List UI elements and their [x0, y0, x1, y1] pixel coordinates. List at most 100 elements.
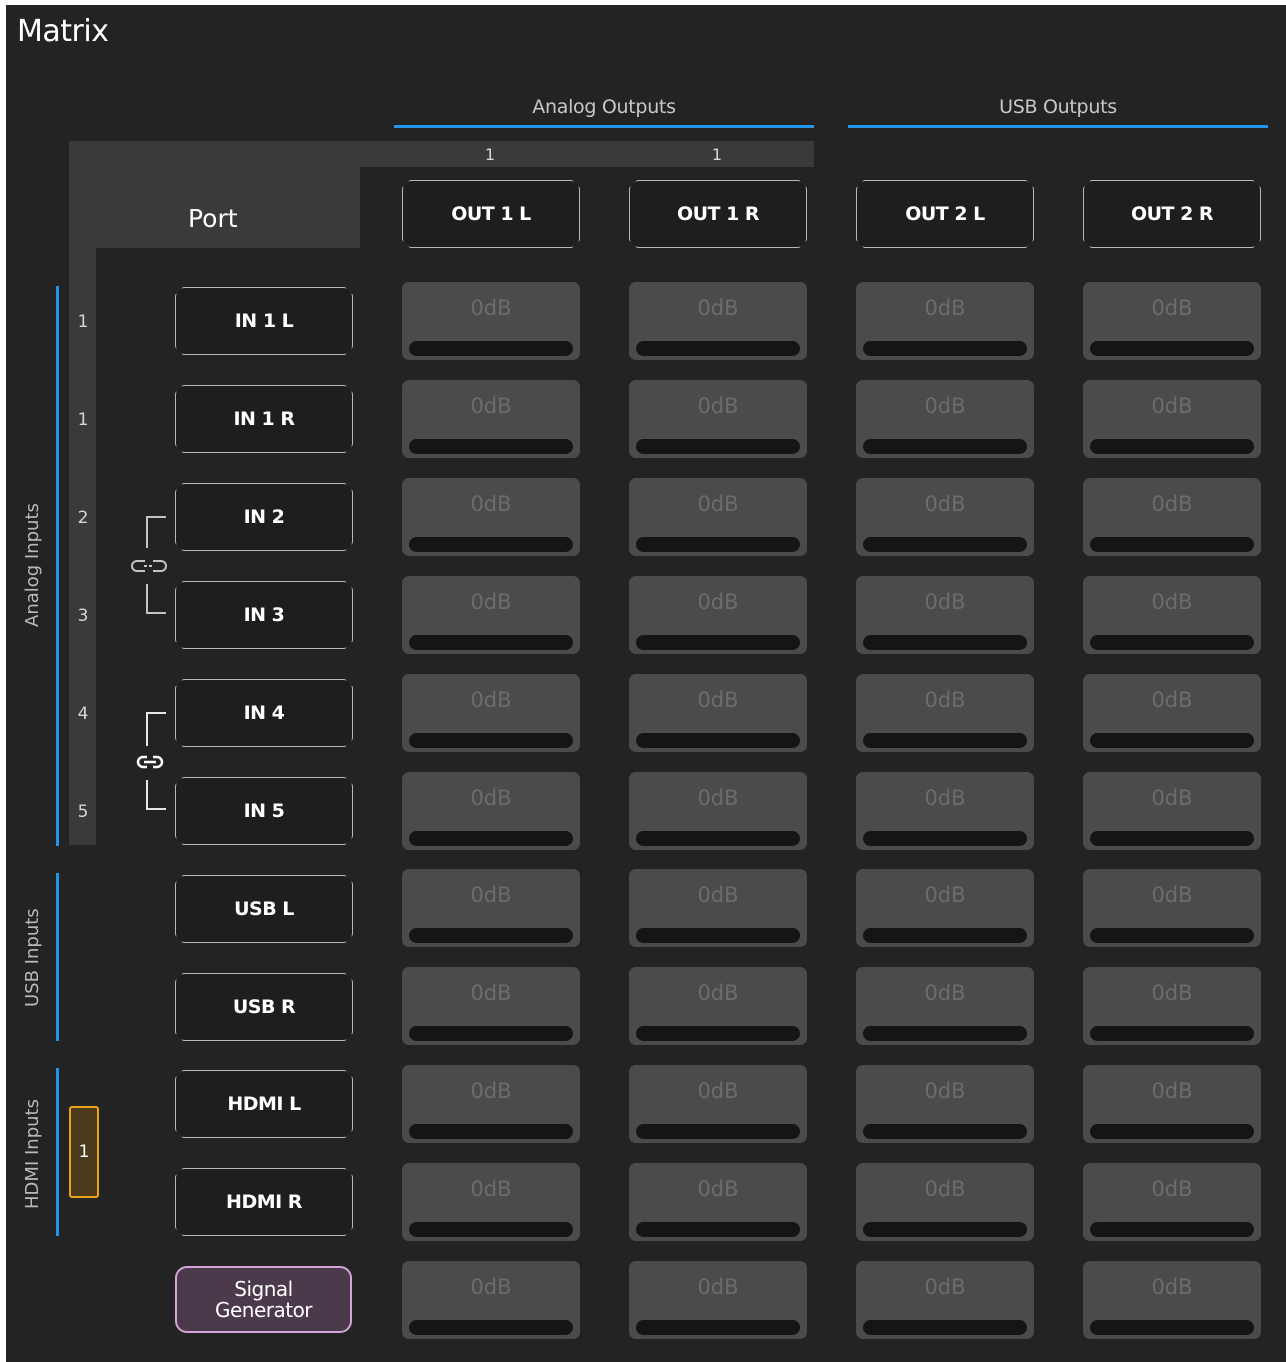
- gain-cell[interactable]: 0dB: [629, 1065, 807, 1143]
- gain-cell[interactable]: 0dB: [402, 282, 580, 360]
- gain-cell[interactable]: 0dB: [629, 674, 807, 752]
- gain-meter-bar: [636, 733, 800, 748]
- input-button[interactable]: IN 2: [175, 483, 353, 551]
- gain-value: 0dB: [470, 492, 512, 516]
- input-button[interactable]: IN 5: [175, 777, 353, 845]
- gain-value: 0dB: [697, 981, 739, 1005]
- gain-cell[interactable]: 0dB: [402, 576, 580, 654]
- gain-cell[interactable]: 0dB: [629, 282, 807, 360]
- gain-cell[interactable]: 0dB: [402, 1065, 580, 1143]
- gain-cell[interactable]: 0dB: [402, 1261, 580, 1339]
- gain-cell[interactable]: 0dB: [629, 772, 807, 850]
- gain-value: 0dB: [1151, 296, 1193, 320]
- analog-outputs-label: Analog Outputs: [532, 96, 676, 118]
- input-index: 1: [77, 410, 89, 430]
- gain-meter-bar: [1090, 928, 1254, 943]
- output-button-out2l[interactable]: OUT 2 L: [856, 180, 1034, 248]
- gain-cell[interactable]: 0dB: [629, 967, 807, 1045]
- gain-cell[interactable]: 0dB: [1083, 1261, 1261, 1339]
- input-button[interactable]: IN 4: [175, 679, 353, 747]
- gain-value: 0dB: [924, 1275, 966, 1299]
- gain-value: 0dB: [1151, 883, 1193, 907]
- gain-value: 0dB: [1151, 394, 1193, 418]
- gain-cell[interactable]: 0dB: [629, 576, 807, 654]
- gain-cell[interactable]: 0dB: [629, 380, 807, 458]
- gain-value: 0dB: [470, 590, 512, 614]
- gain-cell[interactable]: 0dB: [1083, 282, 1261, 360]
- port-header: Port: [188, 204, 238, 233]
- gain-cell[interactable]: 0dB: [856, 674, 1034, 752]
- gain-cell[interactable]: 0dB: [402, 967, 580, 1045]
- input-button[interactable]: IN 1 L: [175, 287, 353, 355]
- input-button[interactable]: USB L: [175, 875, 353, 943]
- gain-cell[interactable]: 0dB: [402, 869, 580, 947]
- gain-meter-bar: [636, 1320, 800, 1335]
- gain-cell[interactable]: 0dB: [1083, 380, 1261, 458]
- gain-cell[interactable]: 0dB: [1083, 967, 1261, 1045]
- broken-link-icon[interactable]: [131, 557, 167, 575]
- gain-meter-bar: [409, 928, 573, 943]
- link-bracket-bottom: [146, 780, 166, 810]
- output-button-out1l[interactable]: OUT 1 L: [402, 180, 580, 248]
- gain-cell[interactable]: 0dB: [402, 1163, 580, 1241]
- input-button[interactable]: IN 3: [175, 581, 353, 649]
- gain-value: 0dB: [470, 1177, 512, 1201]
- gain-cell[interactable]: 0dB: [629, 478, 807, 556]
- gain-value: 0dB: [697, 786, 739, 810]
- link-bracket-top: [146, 516, 166, 548]
- gain-cell[interactable]: 0dB: [856, 478, 1034, 556]
- hdmi-input-selector[interactable]: 1: [69, 1106, 99, 1198]
- gain-value: 0dB: [924, 492, 966, 516]
- link-icon[interactable]: [136, 753, 164, 771]
- gain-value: 0dB: [697, 394, 739, 418]
- gain-cell[interactable]: 0dB: [402, 674, 580, 752]
- gain-cell[interactable]: 0dB: [1083, 478, 1261, 556]
- gain-cell[interactable]: 0dB: [402, 380, 580, 458]
- gain-cell[interactable]: 0dB: [856, 869, 1034, 947]
- analog-inputs-label: Analog Inputs: [22, 503, 43, 627]
- gain-cell[interactable]: 0dB: [1083, 772, 1261, 850]
- input-button[interactable]: HDMI R: [175, 1168, 353, 1236]
- gain-cell[interactable]: 0dB: [1083, 576, 1261, 654]
- gain-cell[interactable]: 0dB: [856, 576, 1034, 654]
- gain-value: 0dB: [697, 492, 739, 516]
- gain-value: 0dB: [1151, 492, 1193, 516]
- gain-cell[interactable]: 0dB: [629, 869, 807, 947]
- gain-cell[interactable]: 0dB: [402, 772, 580, 850]
- gain-cell[interactable]: 0dB: [1083, 1065, 1261, 1143]
- gain-cell[interactable]: 0dB: [1083, 869, 1261, 947]
- input-button[interactable]: IN 1 R: [175, 385, 353, 453]
- gain-cell[interactable]: 0dB: [629, 1163, 807, 1241]
- usb-outputs-underline: [848, 125, 1268, 128]
- gain-cell[interactable]: 0dB: [1083, 1163, 1261, 1241]
- gain-cell[interactable]: 0dB: [402, 478, 580, 556]
- output-number: 1: [484, 145, 496, 164]
- output-button-out1r[interactable]: OUT 1 R: [629, 180, 807, 248]
- usb-outputs-label: USB Outputs: [999, 96, 1117, 118]
- gain-value: 0dB: [924, 1177, 966, 1201]
- gain-meter-bar: [863, 537, 1027, 552]
- gain-meter-bar: [409, 1026, 573, 1041]
- output-button-out2r[interactable]: OUT 2 R: [1083, 180, 1261, 248]
- gain-meter-bar: [636, 928, 800, 943]
- gain-value: 0dB: [1151, 981, 1193, 1005]
- gain-meter-bar: [1090, 1222, 1254, 1237]
- gain-meter-bar: [636, 537, 800, 552]
- gain-cell[interactable]: 0dB: [856, 1261, 1034, 1339]
- signal-generator-button[interactable]: Signal Generator: [175, 1266, 352, 1333]
- gain-value: 0dB: [924, 688, 966, 712]
- gain-cell[interactable]: 0dB: [856, 967, 1034, 1045]
- input-button[interactable]: HDMI L: [175, 1070, 353, 1138]
- gain-cell[interactable]: 0dB: [856, 772, 1034, 850]
- input-index: 5: [77, 802, 89, 822]
- gain-cell[interactable]: 0dB: [1083, 674, 1261, 752]
- gain-cell[interactable]: 0dB: [856, 1065, 1034, 1143]
- gain-cell[interactable]: 0dB: [856, 282, 1034, 360]
- gain-value: 0dB: [697, 1177, 739, 1201]
- gain-cell[interactable]: 0dB: [629, 1261, 807, 1339]
- gain-cell[interactable]: 0dB: [856, 1163, 1034, 1241]
- input-button[interactable]: USB R: [175, 973, 353, 1041]
- gain-cell[interactable]: 0dB: [856, 380, 1034, 458]
- gain-value: 0dB: [697, 688, 739, 712]
- gain-value: 0dB: [924, 883, 966, 907]
